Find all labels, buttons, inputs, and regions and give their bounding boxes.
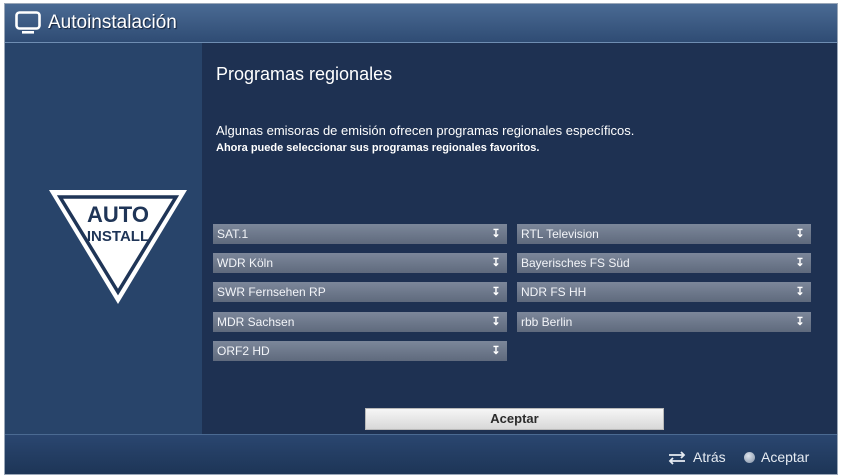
select-value: RTL Television	[521, 227, 599, 241]
chevron-down-icon: ↧	[795, 316, 805, 328]
select-value: Bayerisches FS Süd	[521, 256, 630, 270]
logo-line2: INSTALL	[87, 228, 149, 245]
region-select-bayerisches[interactable]: Bayerisches FS Süd ↧	[517, 253, 811, 273]
footer-back-label[interactable]: Atrás	[693, 449, 726, 465]
region-select-mdr[interactable]: MDR Sachsen ↧	[213, 312, 507, 332]
title-bar: Autoinstalación	[5, 4, 837, 43]
select-value: WDR Köln	[217, 256, 274, 270]
region-select-wdr[interactable]: WDR Köln ↧	[213, 253, 507, 273]
footer-accept-label[interactable]: Aceptar	[761, 449, 809, 465]
chevron-down-icon: ↧	[491, 228, 501, 240]
region-select-sat1[interactable]: SAT.1 ↧	[213, 224, 507, 244]
chevron-down-icon: ↧	[795, 286, 805, 298]
footer-bar: Atrás Aceptar	[5, 434, 837, 474]
select-value: NDR FS HH	[521, 285, 587, 299]
region-select-rbb[interactable]: rbb Berlin ↧	[517, 312, 811, 332]
chevron-down-icon: ↧	[491, 286, 501, 298]
auto-install-logo: AUTO INSTALL	[49, 190, 187, 304]
region-select-ndr[interactable]: NDR FS HH ↧	[517, 282, 811, 302]
select-value: SWR Fernsehen RP	[217, 285, 326, 299]
chevron-down-icon: ↧	[491, 345, 501, 357]
window-title: Autoinstalación	[48, 12, 177, 33]
chevron-down-icon: ↧	[795, 228, 805, 240]
select-value: MDR Sachsen	[217, 315, 295, 329]
ok-button-icon[interactable]	[744, 452, 755, 463]
chevron-down-icon: ↧	[491, 316, 501, 328]
description-line1: Algunas emisoras de emisión ofrecen prog…	[216, 123, 635, 138]
select-value: SAT.1	[217, 227, 249, 241]
back-arrows-icon[interactable]	[667, 451, 687, 465]
region-select-orf2[interactable]: ORF2 HD ↧	[213, 341, 507, 361]
page-heading: Programas regionales	[216, 64, 393, 84]
tv-icon	[15, 11, 41, 34]
logo-line1: AUTO	[87, 202, 149, 227]
accept-button[interactable]: Aceptar	[365, 408, 664, 430]
region-select-swr[interactable]: SWR Fernsehen RP ↧	[213, 282, 507, 302]
select-value: ORF2 HD	[217, 344, 270, 358]
chevron-down-icon: ↧	[795, 257, 805, 269]
region-select-rtl[interactable]: RTL Television ↧	[517, 224, 811, 244]
screen: Autoinstalación AUTO INSTALL Programas r…	[4, 3, 838, 475]
description-line2: Ahora puede seleccionar sus programas re…	[216, 142, 540, 154]
select-value: rbb Berlin	[521, 315, 573, 329]
chevron-down-icon: ↧	[491, 257, 501, 269]
side-panel: AUTO INSTALL	[5, 43, 202, 434]
